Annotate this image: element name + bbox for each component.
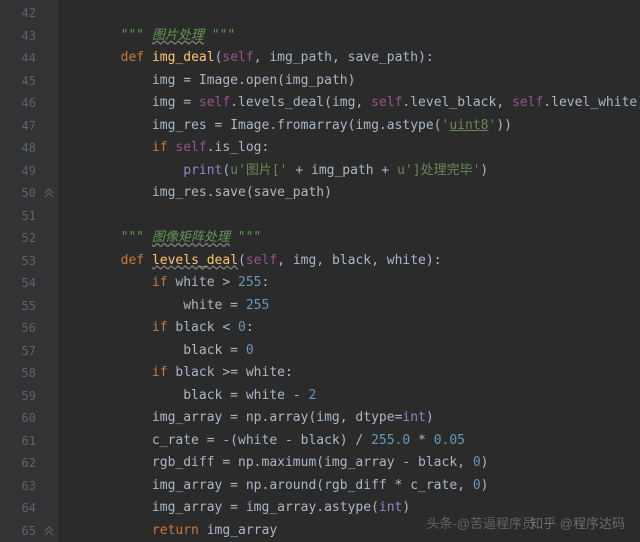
code-line[interactable] (58, 2, 640, 25)
code-line[interactable]: white = 255 (58, 295, 640, 318)
line-number: 52 (0, 227, 58, 250)
line-number: 50 (0, 182, 58, 205)
code-editor[interactable]: 4243444546474849505152535455565758596061… (0, 0, 640, 542)
line-number: 48 (0, 137, 58, 160)
line-number: 63 (0, 475, 58, 498)
line-number: 45 (0, 70, 58, 93)
line-number: 47 (0, 115, 58, 138)
code-line[interactable]: if black >= white: (58, 362, 640, 385)
line-number: 49 (0, 160, 58, 183)
line-number: 54 (0, 272, 58, 295)
line-number: 42 (0, 2, 58, 25)
code-line[interactable]: """ 图像矩阵处理 """ (58, 227, 640, 250)
code-line[interactable] (58, 205, 640, 228)
watermark-right: 知乎 @程序达码 (530, 513, 625, 532)
code-line[interactable]: black = white - 2 (58, 385, 640, 408)
code-line[interactable]: black = 0 (58, 340, 640, 363)
code-line[interactable]: img_array = np.array(img, dtype=int) (58, 407, 640, 430)
line-number: 62 (0, 452, 58, 475)
code-line[interactable]: c_rate = -(white - black) / 255.0 * 0.05 (58, 430, 640, 453)
line-number: 57 (0, 340, 58, 363)
fold-icon[interactable] (44, 526, 54, 536)
code-line[interactable]: if black < 0: (58, 317, 640, 340)
line-number: 53 (0, 250, 58, 273)
code-line[interactable]: rgb_diff = np.maximum(img_array - black,… (58, 452, 640, 475)
line-number: 60 (0, 407, 58, 430)
line-number: 59 (0, 385, 58, 408)
code-line[interactable]: if white > 255: (58, 272, 640, 295)
line-number: 56 (0, 317, 58, 340)
line-number: 44 (0, 47, 58, 70)
line-number: 51 (0, 205, 58, 228)
code-line[interactable]: """ 图片处理 """ (58, 25, 640, 48)
line-number: 65 (0, 520, 58, 542)
code-line[interactable]: img_array = np.around(rgb_diff * c_rate,… (58, 475, 640, 498)
line-number: 64 (0, 497, 58, 520)
code-line[interactable]: def img_deal(self, img_path, save_path): (58, 47, 640, 70)
line-number: 55 (0, 295, 58, 318)
code-line[interactable]: img_res.save(save_path) (58, 182, 640, 205)
code-area[interactable]: """ 图片处理 """ def img_deal(self, img_path… (58, 0, 640, 542)
code-line[interactable]: img_res = Image.fromarray(img.astype('ui… (58, 115, 640, 138)
line-number: 58 (0, 362, 58, 385)
watermark-left: 头条-@苦逼程序员 (426, 513, 535, 532)
line-gutter: 4243444546474849505152535455565758596061… (0, 0, 58, 542)
line-number: 46 (0, 92, 58, 115)
code-line[interactable]: img = Image.open(img_path) (58, 70, 640, 93)
code-line[interactable]: img = self.levels_deal(img, self.level_b… (58, 92, 640, 115)
line-number: 43 (0, 25, 58, 48)
code-line[interactable]: print(u'图片[' + img_path + u']处理完毕') (58, 160, 640, 183)
fold-icon[interactable] (44, 188, 54, 198)
code-line[interactable]: def levels_deal(self, img, black, white)… (58, 250, 640, 273)
code-line[interactable]: if self.is_log: (58, 137, 640, 160)
line-number: 61 (0, 430, 58, 453)
